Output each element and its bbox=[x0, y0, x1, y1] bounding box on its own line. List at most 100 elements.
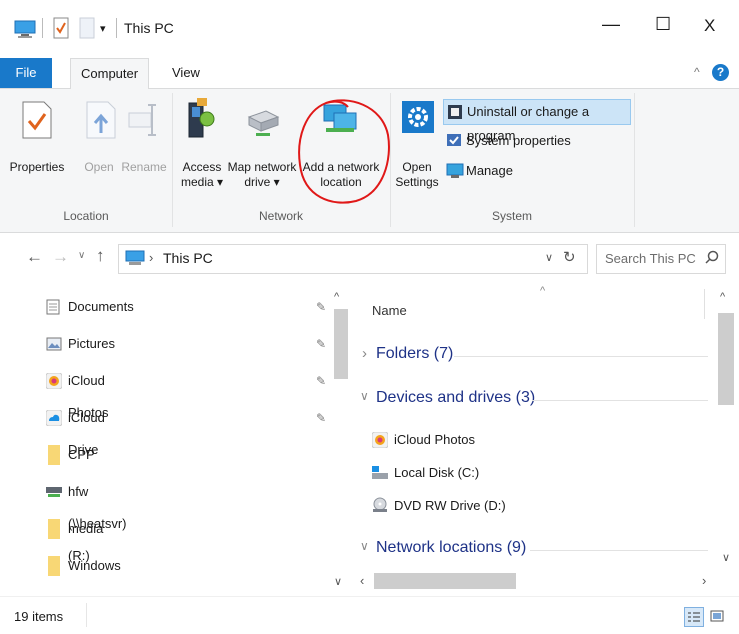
map-network-drive-line1: Map network bbox=[227, 160, 297, 174]
nav-label: Windows bbox=[68, 558, 121, 573]
tab-view[interactable]: View bbox=[162, 58, 210, 88]
uninstall-icon bbox=[447, 104, 463, 120]
device-dvd-rw-drive-d[interactable]: DVD RW Drive (D:) bbox=[372, 497, 572, 517]
uninstall-program-button[interactable]: Uninstall or change a program bbox=[443, 99, 631, 143]
rename-button[interactable]: Rename bbox=[120, 160, 168, 175]
scroll-right-icon[interactable]: › bbox=[702, 573, 706, 588]
window-title: This PC bbox=[124, 20, 174, 36]
scroll-up-icon[interactable]: ^ bbox=[720, 291, 725, 303]
open-button[interactable]: Open bbox=[80, 160, 118, 175]
nav-label: CPP bbox=[68, 447, 95, 462]
group-divider bbox=[172, 93, 173, 227]
nav-scrollbar-thumb[interactable] bbox=[334, 309, 348, 379]
minimize-button[interactable]: — bbox=[602, 14, 620, 35]
refresh-icon[interactable]: ↻ bbox=[563, 248, 576, 266]
icloud-photos-icon bbox=[372, 432, 388, 448]
annotation-circle bbox=[296, 97, 392, 209]
manage-button[interactable]: Manage bbox=[444, 159, 564, 183]
address-dropdown-icon[interactable]: ∨ bbox=[545, 251, 553, 264]
system-properties-button[interactable]: System properties bbox=[444, 129, 614, 153]
icloud-photos-icon bbox=[46, 373, 62, 389]
search-input[interactable]: Search This PC bbox=[596, 244, 726, 274]
pin-icon[interactable]: ✎ bbox=[316, 337, 326, 351]
section-devices-and-drives[interactable]: Devices and drives (3) bbox=[376, 389, 535, 407]
maximize-button[interactable]: ☐ bbox=[655, 14, 671, 35]
search-icon[interactable] bbox=[705, 250, 719, 264]
horizontal-scrollbar-thumb[interactable] bbox=[374, 573, 516, 589]
vertical-scrollbar-thumb[interactable] bbox=[718, 313, 734, 405]
properties-qat-icon[interactable] bbox=[53, 17, 69, 39]
section-folders[interactable]: Folders (7) bbox=[376, 345, 453, 363]
settings-icon bbox=[402, 101, 434, 133]
column-divider[interactable] bbox=[704, 289, 705, 319]
access-media-line1: Access bbox=[182, 160, 222, 174]
up-arrow-icon[interactable]: ↑ bbox=[96, 246, 105, 266]
device-icloud-photos[interactable]: iCloud Photos bbox=[372, 431, 572, 451]
device-label: Local Disk (C:) bbox=[394, 465, 480, 480]
close-button[interactable]: X bbox=[704, 16, 715, 36]
navigation-pane: Documents Pictures iCloud Photos iCloud … bbox=[0, 283, 350, 593]
section-network-locations[interactable]: Network locations (9) bbox=[376, 539, 526, 557]
icloud-drive-icon bbox=[46, 410, 62, 426]
pin-icon[interactable]: ✎ bbox=[316, 300, 326, 314]
title-bar: ▾ This PC — ☐ X bbox=[0, 0, 739, 56]
help-icon[interactable]: ? bbox=[712, 64, 729, 81]
open-settings-line1: Open bbox=[402, 160, 432, 174]
properties-icon bbox=[22, 101, 52, 139]
access-media-button[interactable]: Access media ▾ bbox=[177, 160, 227, 190]
section-rule bbox=[454, 356, 708, 357]
expand-chevron-icon[interactable]: › bbox=[362, 345, 367, 362]
scroll-down-icon[interactable]: ∨ bbox=[722, 551, 730, 564]
nav-label: media bbox=[68, 521, 104, 536]
address-box[interactable]: › This PC ∨ ↻ bbox=[118, 244, 588, 274]
system-group-label: System bbox=[491, 209, 532, 223]
pin-icon[interactable]: ✎ bbox=[316, 411, 326, 425]
local-disk-icon bbox=[372, 466, 388, 480]
device-local-disk-c[interactable]: Local Disk (C:) bbox=[372, 464, 572, 484]
group-divider bbox=[390, 93, 391, 227]
collapse-ribbon-icon[interactable]: ^ bbox=[694, 65, 700, 79]
qat-customize-icon[interactable]: ▾ bbox=[100, 22, 106, 35]
details-view-icon[interactable] bbox=[684, 607, 704, 627]
group-divider bbox=[634, 93, 635, 227]
tab-file[interactable]: File bbox=[0, 58, 52, 88]
collapse-chevron-icon[interactable]: ∨ bbox=[360, 389, 369, 403]
access-media-line2: media ▾ bbox=[180, 175, 224, 189]
folder-icon bbox=[48, 445, 60, 465]
address-bar-row: ← → ∨ ↑ › This PC ∨ ↻ Search This PC bbox=[0, 236, 739, 280]
folder-icon bbox=[48, 519, 60, 539]
forward-arrow-icon[interactable]: → bbox=[52, 247, 69, 267]
ribbon-tabs: File Computer View ^ ? bbox=[0, 58, 739, 90]
search-placeholder: Search This PC bbox=[605, 251, 696, 266]
section-rule bbox=[532, 400, 708, 401]
collapse-chevron-icon[interactable]: ∨ bbox=[360, 539, 369, 553]
scroll-left-icon[interactable]: ‹ bbox=[360, 573, 364, 588]
status-bar: 19 items bbox=[0, 596, 739, 634]
breadcrumb-this-pc[interactable]: This PC bbox=[163, 250, 213, 266]
recent-locations-icon[interactable]: ∨ bbox=[78, 250, 85, 261]
nav-scroll-down-icon[interactable]: ∨ bbox=[334, 575, 342, 588]
large-icons-view-icon[interactable] bbox=[708, 607, 726, 625]
nav-label: Pictures bbox=[68, 336, 115, 351]
map-network-drive-line2: drive ▾ bbox=[244, 175, 280, 189]
status-divider bbox=[86, 603, 87, 627]
ribbon: Properties Open Rename Location Access m… bbox=[0, 89, 739, 233]
open-settings-button[interactable]: Open Settings bbox=[392, 160, 442, 190]
sort-indicator-icon: ^ bbox=[540, 285, 546, 297]
new-folder-qat-icon[interactable] bbox=[79, 17, 95, 39]
content-pane: ^ Name › Folders (7) ∨ Devices and drive… bbox=[356, 283, 739, 593]
this-pc-icon bbox=[125, 250, 145, 266]
nav-scroll-up-icon[interactable]: ^ bbox=[334, 291, 339, 303]
qat-divider bbox=[42, 18, 43, 38]
map-network-drive-button[interactable]: Map network drive ▾ bbox=[226, 160, 298, 190]
access-media-icon bbox=[186, 97, 216, 141]
title-divider bbox=[116, 18, 117, 38]
properties-button[interactable]: Properties bbox=[6, 160, 68, 175]
device-label: DVD RW Drive (D:) bbox=[394, 498, 506, 513]
pin-icon[interactable]: ✎ bbox=[316, 374, 326, 388]
breadcrumb-chevron-icon[interactable]: › bbox=[149, 250, 153, 265]
tab-computer[interactable]: Computer bbox=[70, 58, 150, 90]
back-arrow-icon[interactable]: ← bbox=[26, 247, 43, 267]
this-pc-icon[interactable] bbox=[14, 20, 36, 38]
column-header-name[interactable]: Name bbox=[372, 303, 407, 318]
